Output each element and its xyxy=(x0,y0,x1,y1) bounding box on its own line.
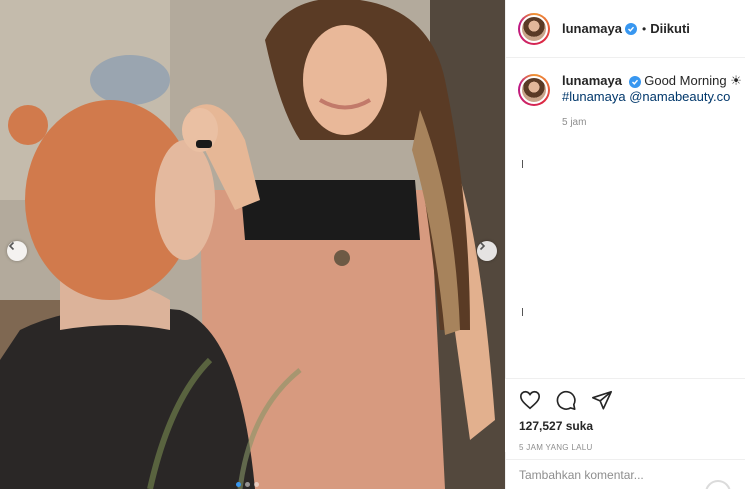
header-username[interactable]: lunamaya xyxy=(562,21,622,36)
post-caption: lunamaya Good Morning ☀ #ba #lunamaya @n… xyxy=(506,58,745,131)
post-actions: 127,527 suka 5 JAM YANG LALU xyxy=(505,378,745,452)
caption-time: 5 jam xyxy=(562,117,587,128)
post-header: lunamaya • Diikuti xyxy=(506,0,745,58)
post-timestamp: 5 JAM YANG LALU xyxy=(519,443,593,452)
comment-icon[interactable] xyxy=(555,389,577,411)
carousel-dots xyxy=(236,482,259,487)
comment-box xyxy=(505,459,745,489)
avatar[interactable] xyxy=(518,12,550,45)
carousel-next-button[interactable] xyxy=(477,241,497,261)
carousel-dot xyxy=(254,482,259,487)
comment-input[interactable] xyxy=(519,467,699,482)
header-separator: • xyxy=(641,21,647,36)
verified-icon xyxy=(624,22,637,35)
caption-line1: Good Morning ☀ #ba xyxy=(644,73,745,88)
chevron-left-icon xyxy=(8,241,15,251)
photo-illustration xyxy=(0,0,505,489)
emoji-button[interactable] xyxy=(705,480,731,489)
share-icon[interactable] xyxy=(591,389,613,411)
carousel-dot xyxy=(236,482,241,487)
verified-icon xyxy=(628,76,641,88)
heart-icon[interactable] xyxy=(519,389,541,411)
follow-status-button[interactable]: Diikuti xyxy=(650,21,690,36)
like-count[interactable]: 127,527 suka xyxy=(519,419,733,433)
carousel-dot xyxy=(245,482,250,487)
chevron-right-icon xyxy=(479,241,486,251)
caption-avatar[interactable] xyxy=(518,74,550,106)
scroll-indicator xyxy=(522,160,523,168)
post-photo[interactable] xyxy=(0,0,505,489)
carousel-prev-button[interactable] xyxy=(7,241,27,261)
hashtag-link[interactable]: #lunamaya xyxy=(562,89,626,104)
caption-text: lunamaya Good Morning ☀ #ba #lunamaya @n… xyxy=(562,73,745,131)
action-icons xyxy=(519,387,733,413)
mention-link[interactable]: @namabeauty.co xyxy=(629,89,730,104)
caption-username[interactable]: lunamaya xyxy=(562,73,622,88)
scroll-indicator xyxy=(522,308,523,316)
